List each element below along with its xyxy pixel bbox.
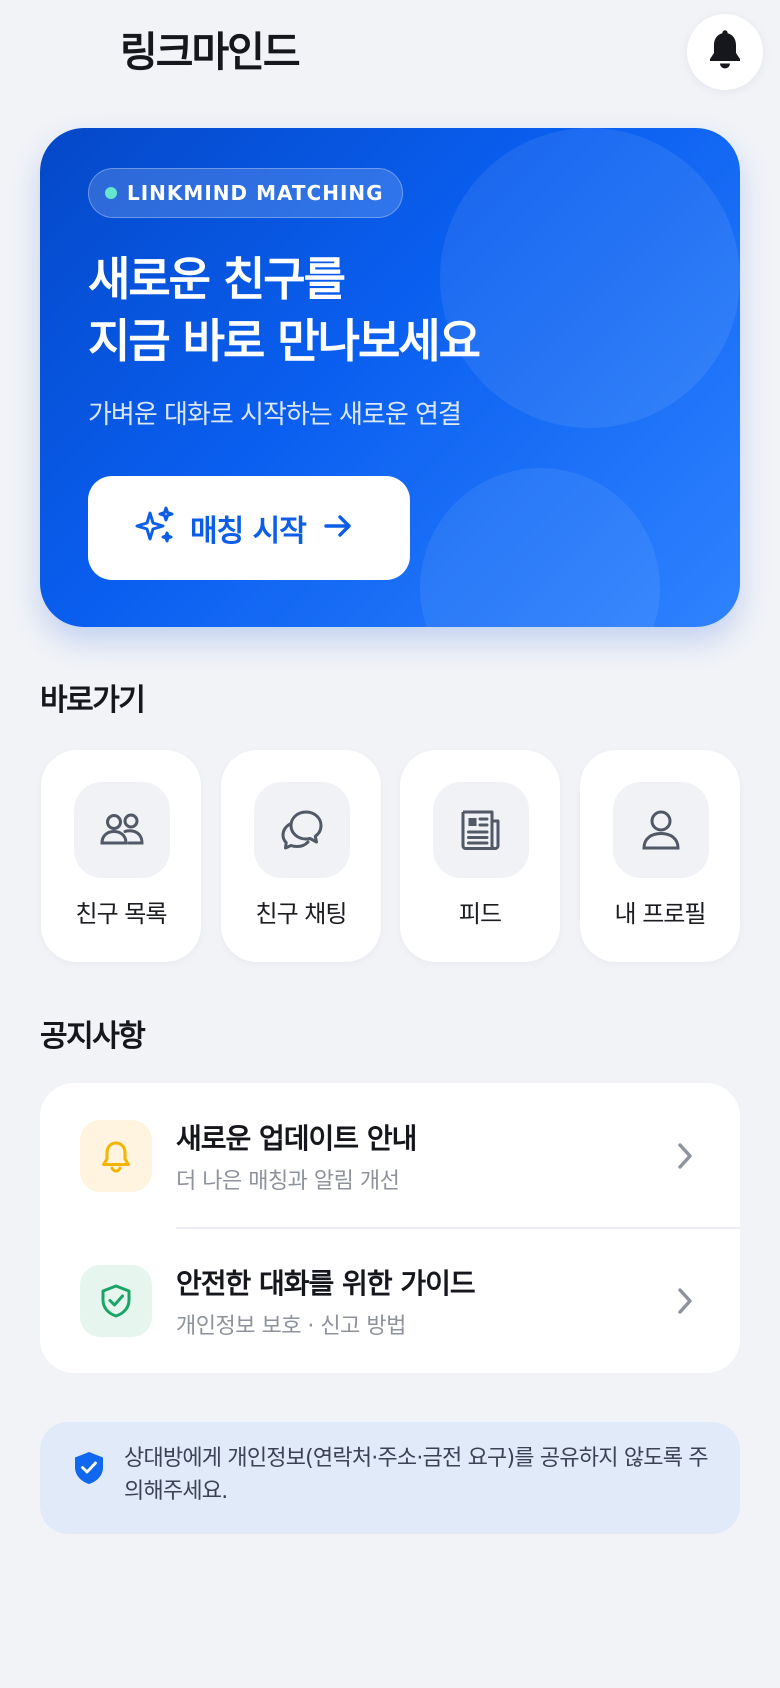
notice-subtitle: 개인정보 보호 · 신고 방법 [176, 1314, 406, 1339]
chevron-right-icon [674, 1284, 696, 1322]
notification-button[interactable] [687, 14, 763, 90]
hero-decoration-circle [440, 128, 740, 428]
hero-title: 새로운 친구를 지금 바로 만나보세요 [88, 248, 481, 372]
shortcut-label: 내 프로필 [614, 900, 707, 928]
hero-title-line: 새로운 친구를 [88, 252, 346, 306]
safety-tip-banner: 상대방에게 개인정보(연락처·주소·금전 요구)를 공유하지 않도록 주의해주세… [40, 1422, 740, 1534]
shortcut-friend-chat[interactable]: 친구 채팅 [221, 750, 381, 962]
shortcut-feed[interactable]: 피드 [400, 750, 560, 962]
shortcut-label: 피드 [458, 900, 502, 928]
hero-banner: LINKMIND MATCHING 새로운 친구를 지금 바로 만나보세요 가벼… [40, 128, 740, 627]
hero-badge-label: LINKMIND MATCHING [127, 181, 384, 205]
notices-title: 공지사항 [40, 1019, 146, 1054]
chevron-right-icon [674, 1139, 696, 1177]
hero-title-line: 지금 바로 만나보세요 [88, 314, 481, 368]
user-icon [613, 782, 709, 878]
start-matching-label: 매칭 시작 [190, 514, 307, 549]
shield-check-icon [80, 1265, 152, 1337]
shortcut-my-profile[interactable]: 내 프로필 [580, 750, 740, 962]
app-title: 링크마인드 [120, 28, 301, 76]
shortcut-friend-list[interactable]: 친구 목록 [41, 750, 201, 962]
hero-badge: LINKMIND MATCHING [88, 168, 403, 218]
notice-subtitle: 더 나은 매칭과 알림 개선 [176, 1169, 400, 1194]
notice-item-safety-guide[interactable]: 안전한 대화를 위한 가이드 개인정보 보호 · 신고 방법 [40, 1228, 740, 1373]
arrow-right-icon [322, 510, 354, 546]
shortcut-label: 친구 목록 [75, 900, 168, 928]
chat-icon [254, 782, 350, 878]
hero-decoration-circle [420, 468, 660, 627]
notice-list: 새로운 업데이트 안내 더 나은 매칭과 알림 개선 안전한 대화를 위한 가이… [40, 1083, 740, 1373]
sparkles-icon [134, 505, 176, 551]
bell-icon [707, 30, 743, 74]
notice-item-update[interactable]: 새로운 업데이트 안내 더 나은 매칭과 알림 개선 [40, 1083, 740, 1229]
safety-tip-text: 상대방에게 개인정보(연락처·주소·금전 요구)를 공유하지 않도록 주의해주세… [124, 1446, 709, 1504]
notice-title: 새로운 업데이트 안내 [176, 1122, 417, 1155]
shortcuts-title: 바로가기 [40, 683, 146, 718]
shortcut-label: 친구 채팅 [255, 900, 348, 928]
users-icon [74, 782, 170, 878]
shield-check-icon [72, 1450, 106, 1490]
notice-title: 안전한 대화를 위한 가이드 [176, 1267, 476, 1300]
badge-dot [105, 187, 117, 199]
newspaper-icon [433, 782, 529, 878]
start-matching-button[interactable]: 매칭 시작 [88, 476, 410, 580]
bell-icon [80, 1120, 152, 1192]
hero-subtitle: 가벼운 대화로 시작하는 새로운 연결 [88, 400, 462, 430]
